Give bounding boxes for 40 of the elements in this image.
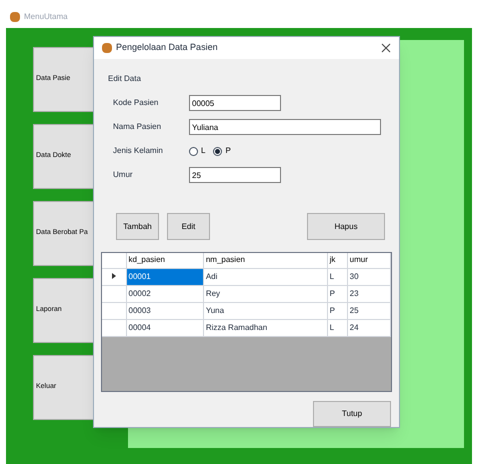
table-cell: 24 [347, 319, 390, 336]
window-title: MenuUtama [24, 11, 68, 23]
column-header[interactable]: umur [347, 253, 390, 268]
table-cell: L [327, 319, 348, 336]
table-cell: 00002 [126, 285, 204, 302]
table-cell: 00004 [126, 319, 204, 336]
table-cell: P [327, 285, 348, 302]
table-cell: 23 [347, 285, 390, 302]
table-cell: 00003 [126, 302, 204, 319]
action-button[interactable]: Edit [167, 213, 210, 240]
app-icon [10, 12, 20, 22]
action-button[interactable]: Hapus [307, 213, 385, 240]
table-cell: 25 [347, 302, 390, 319]
table-cell: Yuna [203, 302, 328, 319]
radio-button[interactable]: L [189, 145, 206, 157]
table-cell: 30 [347, 268, 390, 285]
app-icon [102, 43, 112, 53]
close-icon[interactable] [381, 43, 391, 53]
table-cell: P [327, 302, 348, 319]
column-header[interactable]: nm_pasien [203, 253, 328, 268]
close-button[interactable]: Tutup [313, 401, 391, 427]
table-cell: Rizza Ramadhan [203, 319, 328, 336]
field-label: Kode Pasien [113, 97, 160, 109]
group-label: Edit Data [108, 73, 141, 85]
input-field[interactable]: 00005 [189, 95, 281, 111]
field-label: Jenis Kelamin [113, 145, 164, 157]
field-label: Nama Pasien [113, 121, 162, 133]
column-header[interactable]: jk [327, 253, 348, 268]
field-label: Umur [113, 169, 134, 181]
table-cell: Rey [203, 285, 328, 302]
input-field[interactable]: 25 [189, 167, 281, 183]
row-pointer-icon [110, 273, 117, 280]
table-cell: 00001 [126, 268, 204, 285]
dialog-title: Pengelolaan Data Pasien [116, 41, 218, 54]
radio-button[interactable]: P [213, 145, 231, 157]
table-cell: Adi [203, 268, 328, 285]
input-field[interactable]: Yuliana [189, 119, 381, 135]
column-header[interactable]: kd_pasien [126, 253, 204, 268]
table-cell: L [327, 268, 348, 285]
action-button[interactable]: Tambah [116, 213, 159, 240]
